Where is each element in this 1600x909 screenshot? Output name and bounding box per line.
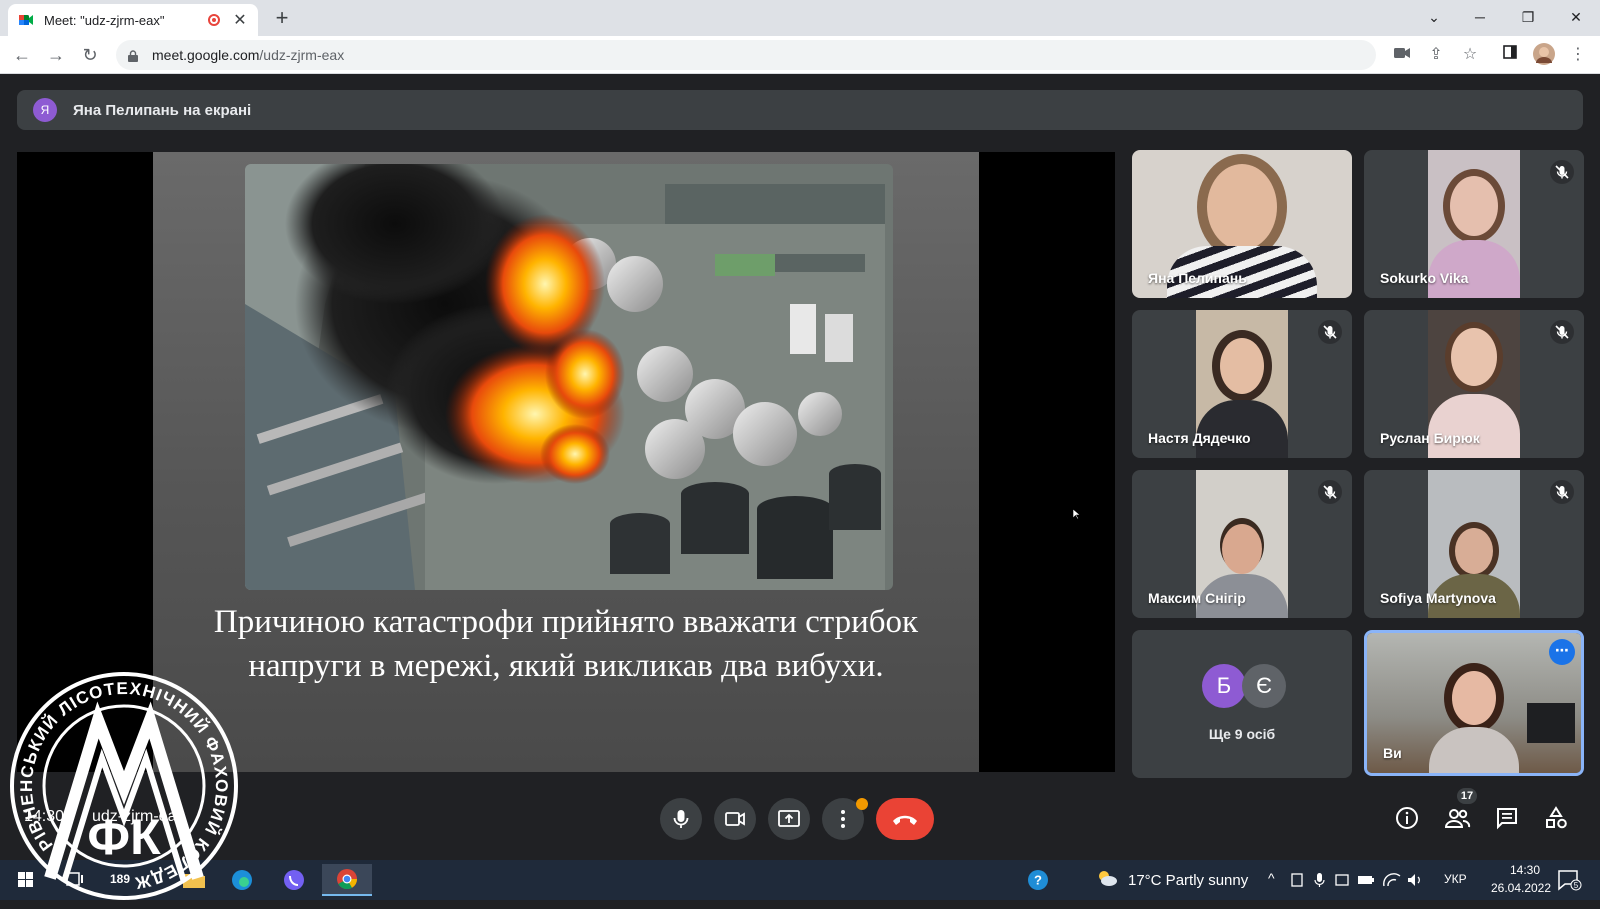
profile-avatar[interactable] [1532,43,1556,67]
side-panel-icon[interactable] [1498,43,1522,67]
back-button[interactable]: ← [8,41,36,69]
chrome-taskbar-button[interactable] [322,864,372,896]
participant-name: Настя Дядечко [1148,430,1251,446]
google-meet-icon [18,12,34,28]
microphone-icon [673,810,689,828]
notifications-icon[interactable]: 5 [1556,868,1582,897]
chrome-icon [337,869,358,890]
notification-dot [856,798,868,810]
people-button[interactable] [1441,802,1473,834]
viber-button[interactable] [274,864,314,896]
forward-button[interactable]: → [42,41,70,69]
participant-tile[interactable]: Настя Дядечко [1132,310,1352,458]
camera-in-use-icon[interactable] [1390,43,1414,67]
url-path: /udz-zjrm-eax [259,47,345,63]
chat-icon [1497,808,1517,830]
college-logo-watermark: РІВНЕНСЬКИЙ ЛІСОТЕХНІЧНИЙ ФАХОВИЙ КОЛЕДЖ… [0,635,275,909]
people-count-badge: 17 [1457,788,1477,804]
camera-icon [725,812,745,826]
logo-letters: ФК [87,809,161,865]
presenter-banner: Я Яна Пелипань на екрані [17,90,1583,130]
mouse-cursor-icon [1072,506,1081,520]
participant-avatar: Є [1242,664,1286,708]
more-participants-tile[interactable]: Б Є Ще 9 осіб [1132,630,1352,778]
participant-tile[interactable]: Руслан Бирюк [1364,310,1584,458]
mic-off-icon [1318,320,1342,344]
new-tab-button[interactable]: + [268,4,296,32]
weather-text: 17°C Partly sunny [1128,871,1249,889]
self-view-tile[interactable]: ⋯ Ви [1364,630,1584,776]
close-tab-icon[interactable]: ✕ [232,10,248,30]
svg-text:5: 5 [1574,881,1579,890]
more-participants-label: Ще 9 осіб [1208,726,1276,742]
browser-titlebar: Meet: "udz-zjrm-eax" ✕ + ⌄ ─ ❐ ✕ [0,0,1600,36]
chrome-menu-icon[interactable]: ⋮ [1566,43,1590,67]
participant-tile[interactable]: Максим Снігір [1132,470,1352,618]
recording-icon [208,14,220,26]
url-text: meet.google.com/udz-zjrm-eax [152,47,344,63]
browser-toolbar: ← → ↻ meet.google.com/udz-zjrm-eax ⇪ ☆ ⋮ [0,36,1600,74]
mic-off-icon [1550,320,1574,344]
self-options-button[interactable]: ⋯ [1549,639,1575,665]
info-icon [1396,807,1418,829]
url-host: meet.google.com [152,47,260,63]
participant-name: Sofiya Martynova [1380,590,1496,606]
chat-button[interactable] [1491,802,1523,834]
tab-title: Meet: "udz-zjrm-eax" [44,12,165,28]
system-clock-time[interactable]: 14:30 [1495,863,1555,877]
camera-button[interactable] [714,798,756,840]
present-icon [778,810,800,827]
lock-icon [128,49,138,62]
mic-off-icon [1550,160,1574,184]
participant-name: Максим Снігір [1148,590,1246,606]
restore-button[interactable]: ❐ [1504,0,1552,34]
slide-caption: Причиною катастрофи прийнято вважати стр… [213,604,919,684]
system-clock-date[interactable]: 26.04.2022 [1481,881,1561,895]
help-icon[interactable]: ? [1018,864,1058,896]
participant-name: Руслан Бирюк [1380,430,1480,446]
people-icon [1444,809,1471,828]
participant-tile[interactable]: Sofiya Martynova [1364,470,1584,618]
weather-widget[interactable]: 17°C Partly sunny [1096,860,1248,900]
slide-photo-refinery-fire [245,164,893,590]
participant-tile[interactable]: Яна Пелипань [1132,150,1352,298]
mic-off-icon [1550,480,1574,504]
self-name: Ви [1383,745,1402,761]
participant-tile[interactable]: Sokurko Vika [1364,150,1584,298]
hangup-icon [893,815,917,825]
presenter-label: Яна Пелипань на екрані [73,101,252,119]
address-bar[interactable]: meet.google.com/udz-zjrm-eax [116,40,1376,70]
presentation-slide: Причиною катастрофи прийнято вважати стр… [153,152,979,772]
share-icon[interactable]: ⇪ [1424,43,1448,67]
meeting-details-button[interactable] [1391,802,1423,834]
participant-avatar: Б [1202,664,1246,708]
microphone-button[interactable] [660,798,702,840]
present-screen-button[interactable] [768,798,810,840]
leave-call-button[interactable] [876,798,934,840]
partly-sunny-icon [1096,869,1118,891]
presenter-avatar: Я [33,98,57,122]
tray-icons[interactable] [1290,871,1430,894]
reload-button[interactable]: ↻ [76,41,104,69]
window-close-button[interactable]: ✕ [1552,0,1600,34]
mic-off-icon [1318,480,1342,504]
tab-search-icon[interactable]: ⌄ [1410,0,1458,34]
bookmark-star-icon[interactable]: ☆ [1458,43,1482,67]
participant-name: Sokurko Vika [1380,270,1469,286]
viber-icon [284,870,304,890]
participant-name: Яна Пелипань [1148,270,1247,286]
input-language[interactable]: УКР [1444,872,1467,886]
show-hidden-icons-icon[interactable]: ^ [1268,870,1275,886]
browser-tab[interactable]: Meet: "udz-zjrm-eax" ✕ [8,4,258,36]
minimize-button[interactable]: ─ [1456,0,1504,34]
activities-icon [1546,806,1567,829]
activities-button[interactable] [1540,802,1572,834]
svg-text:?: ? [1034,873,1042,888]
